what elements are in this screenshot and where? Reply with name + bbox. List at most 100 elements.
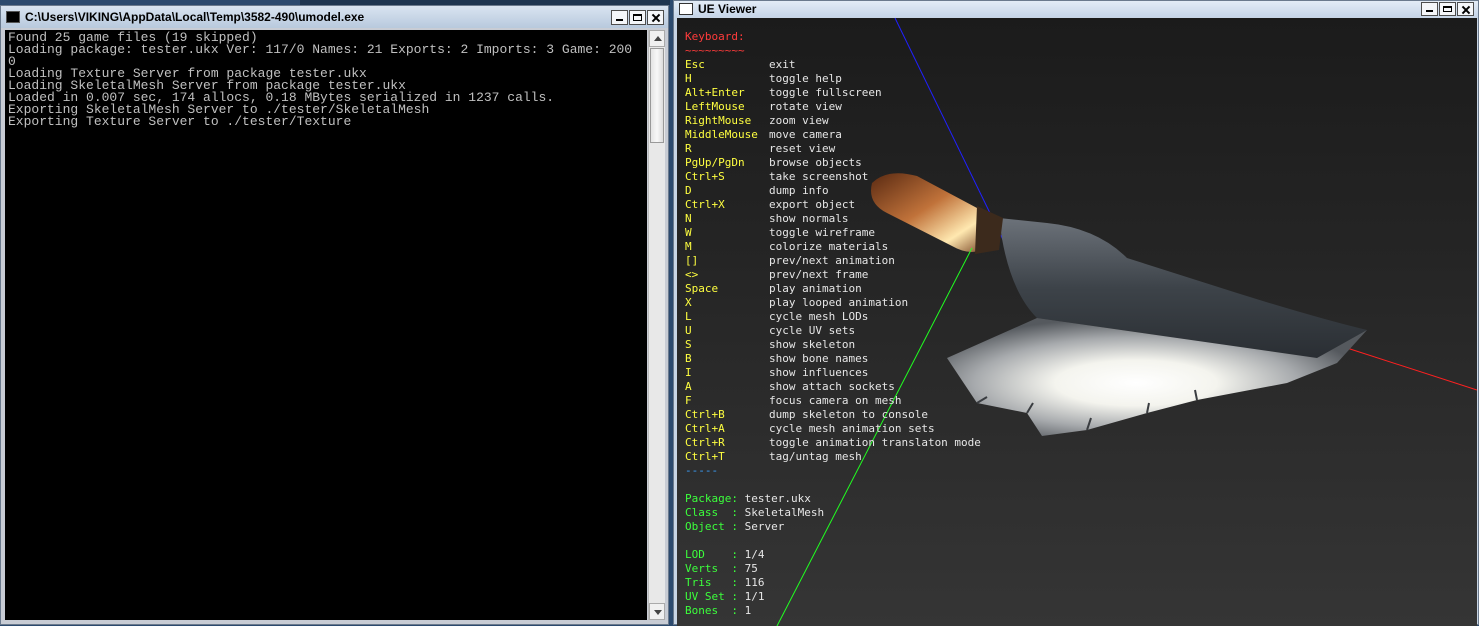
shortcut-description: toggle fullscreen [769, 86, 882, 99]
shortcut-key: A [685, 380, 692, 393]
info-value: Server [744, 520, 785, 533]
shortcut-description: toggle animation translaton mode [769, 436, 981, 449]
shortcut-description: cycle UV sets [769, 324, 856, 337]
console-window-controls [610, 9, 664, 25]
shortcut-key: MiddleMouse [685, 128, 758, 141]
shortcut-row: Rreset view [685, 142, 981, 156]
shortcut-row: Ctrl+R toggle animation translaton mode [685, 436, 981, 450]
shortcut-description: rotate view [769, 100, 842, 113]
shortcut-key: Ctrl+S [685, 170, 725, 183]
shortcut-description: show bone names [769, 352, 869, 365]
info-label: Bones : [685, 604, 745, 617]
console-text: Found 25 game files (19 skipped) Loading… [8, 30, 633, 129]
shortcut-description: show attach sockets [769, 380, 895, 393]
info-label: Class : [685, 506, 745, 519]
shortcut-row: Nshow normals [685, 212, 981, 226]
shortcut-description: colorize materials [769, 240, 889, 253]
shortcut-key: Space [685, 282, 719, 295]
info-row: Object : Server [685, 520, 981, 534]
shortcut-row: Ffocus camera on mesh [685, 394, 981, 408]
console-title: C:\Users\VIKING\AppData\Local\Temp\3582-… [25, 10, 365, 24]
info-row: LOD : 1/4 [685, 548, 981, 562]
scroll-thumb[interactable] [650, 48, 664, 143]
object-info: Package: tester.ukx Class : SkeletalMesh O… [685, 492, 981, 534]
shortcut-row: Ctrl+A cycle mesh animation sets [685, 422, 981, 436]
info-value: 1/1 [744, 590, 765, 603]
info-label: Verts : [685, 562, 745, 575]
shortcut-description: dump skeleton to console [769, 408, 928, 421]
shortcut-key: D [685, 184, 692, 197]
shortcut-key: Alt+Enter [685, 86, 745, 99]
console-titlebar[interactable]: C:\Users\VIKING\AppData\Local\Temp\3582-… [1, 6, 668, 28]
close-button[interactable] [647, 9, 664, 25]
shortcut-description: focus camera on mesh [769, 394, 902, 407]
info-value: 75 [744, 562, 758, 575]
close-icon [1458, 3, 1473, 15]
console-scrollbar[interactable] [648, 30, 665, 620]
ue-viewer-window[interactable]: UE Viewer Keyboard: ~~~~~~~~~ Esc exit H… [673, 0, 1479, 626]
shortcut-key: Ctrl+X [685, 198, 725, 211]
shortcut-row: Ctrl+X export object [685, 198, 981, 212]
shortcut-row: Sshow skeleton [685, 338, 981, 352]
shortcut-description: play looped animation [769, 296, 909, 309]
viewer-title: UE Viewer [698, 2, 757, 16]
info-value: tester.ukx [744, 492, 811, 505]
maximize-icon [630, 11, 645, 24]
shortcut-row: Ctrl+B dump skeleton to console [685, 408, 981, 422]
viewer-app-icon [679, 3, 693, 15]
shortcut-row: Ishow influences [685, 366, 981, 380]
3d-viewport[interactable]: Keyboard: ~~~~~~~~~ Esc exit Htoggle help A… [677, 18, 1477, 626]
shortcut-key: PgUp/PgDn [685, 156, 745, 169]
info-row: Class : SkeletalMesh [685, 506, 981, 520]
shortcut-row: Xplay looped animation [685, 296, 981, 310]
minimize-button[interactable] [1421, 2, 1438, 16]
shortcut-key: U [685, 324, 692, 337]
shortcut-key: F [685, 394, 692, 407]
info-value: 1 [744, 604, 752, 617]
shortcut-row: Ashow attach sockets [685, 380, 981, 394]
info-label: UV Set : [685, 590, 745, 603]
maximize-icon [1440, 3, 1455, 15]
keyboard-underline: ~~~~~~~~~ [685, 44, 745, 57]
shortcut-description: move camera [769, 128, 842, 141]
shortcut-key: Ctrl+A [685, 422, 725, 435]
maximize-button[interactable] [629, 9, 646, 25]
close-icon [648, 11, 663, 24]
info-value: SkeletalMesh [744, 506, 825, 519]
shortcut-row: Mcolorize materials [685, 240, 981, 254]
shortcut-key: I [685, 366, 692, 379]
shortcut-row: Ddump info [685, 184, 981, 198]
info-row: Bones : 1 [685, 604, 981, 618]
shortcut-row: MiddleMouse move camera [685, 128, 981, 142]
maximize-button[interactable] [1439, 2, 1456, 16]
mesh-info: LOD : 1/4 Verts : 75 Tris : 116 UV Set : 1/… [685, 548, 981, 618]
shortcut-row: Space play animation [685, 282, 981, 296]
shortcut-description: cycle mesh animation sets [769, 422, 935, 435]
shortcut-key: RightMouse [685, 114, 752, 127]
viewer-titlebar[interactable]: UE Viewer [674, 1, 1478, 17]
close-button[interactable] [1457, 2, 1474, 16]
shortcut-description: prev/next frame [769, 268, 869, 281]
shortcut-key: M [685, 240, 692, 253]
shortcut-row: RightMouse zoom view [685, 114, 981, 128]
info-row: Package: tester.ukx [685, 492, 981, 506]
console-output[interactable]: Found 25 game files (19 skipped) Loading… [5, 30, 647, 620]
info-value: 116 [744, 576, 765, 589]
shortcut-description: reset view [769, 142, 836, 155]
console-window[interactable]: C:\Users\VIKING\AppData\Local\Temp\3582-… [0, 5, 669, 625]
shortcut-description: cycle mesh LODs [769, 310, 869, 323]
info-label: LOD : [685, 548, 745, 561]
console-app-icon [6, 11, 20, 23]
minimize-button[interactable] [611, 9, 628, 25]
shortcut-row: Ctrl+T tag/untag mesh [685, 450, 981, 464]
minimize-icon [1422, 3, 1437, 15]
scroll-down-button[interactable] [649, 603, 665, 620]
scroll-up-button[interactable] [649, 30, 665, 47]
shortcut-row: Htoggle help [685, 72, 981, 86]
shortcut-key: H [685, 72, 692, 85]
shortcut-key: S [685, 338, 692, 351]
shortcut-row: Alt+Enter toggle fullscreen [685, 86, 981, 100]
separator: ----- [685, 464, 719, 477]
keyboard-heading: Keyboard: [685, 30, 745, 43]
help-overlay: Keyboard: ~~~~~~~~~ Esc exit Htoggle help A… [685, 30, 981, 618]
